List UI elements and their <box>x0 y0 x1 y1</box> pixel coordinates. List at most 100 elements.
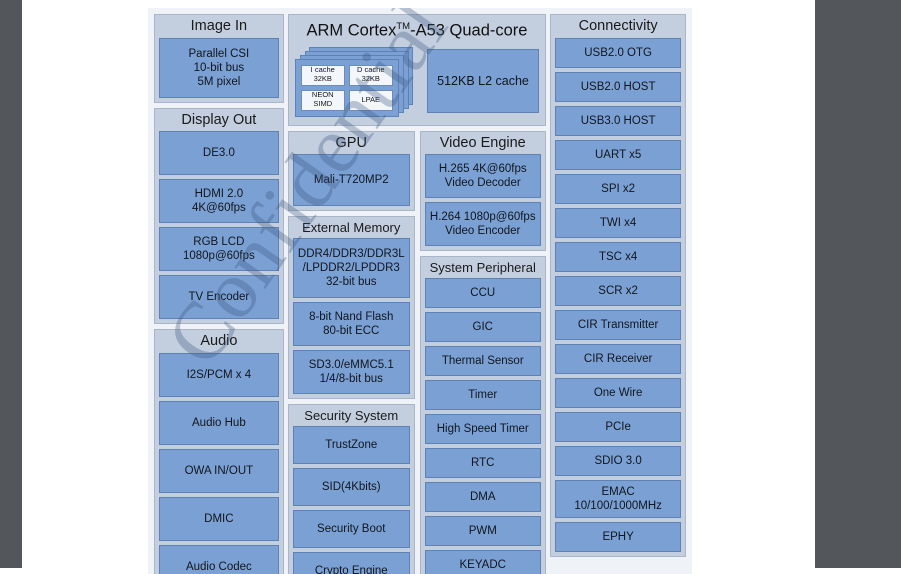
block-line: Audio Hub <box>192 416 246 430</box>
block-line: 5M pixel <box>189 75 250 89</box>
block-line: H.265 4K@60fps <box>439 162 527 176</box>
block-thermal-sensor[interactable]: Thermal Sensor <box>425 346 541 376</box>
block-line: Security Boot <box>317 522 385 536</box>
block-pcie[interactable]: PCIe <box>555 412 681 442</box>
block-tv-encoder[interactable]: TV Encoder <box>159 275 279 319</box>
block-line: TrustZone <box>325 438 377 452</box>
group-image-in: Image In Parallel CSI 10-bit bus 5M pixe… <box>154 14 284 103</box>
block-line: One Wire <box>594 386 643 400</box>
block-line: /LPDDR2/LPDDR3 <box>298 261 405 275</box>
column-mid-right: Video Engine H.265 4K@60fps Video Decode… <box>420 131 546 574</box>
group-video-engine: Video Engine H.265 4K@60fps Video Decode… <box>420 131 546 252</box>
block-scr[interactable]: SCR x2 <box>555 276 681 306</box>
block-list-system-peripheral: CCU GIC Thermal Sensor Timer High Speed … <box>425 278 541 574</box>
block-line: SDIO 3.0 <box>594 454 641 468</box>
cpu-core-card-front[interactable]: I cache 32KB D cache 32KB NEON SIMD <box>295 59 399 117</box>
core-cell-neon-simd: NEON SIMD <box>301 90 345 111</box>
block-usb3-host[interactable]: USB3.0 HOST <box>555 106 681 136</box>
block-de3[interactable]: DE3.0 <box>159 131 279 175</box>
block-line: Mali-T720MP2 <box>314 173 389 187</box>
block-i2s-pcm[interactable]: I2S/PCM x 4 <box>159 353 279 397</box>
block-dma[interactable]: DMA <box>425 482 541 512</box>
block-line: KEYADC <box>460 558 506 572</box>
block-security-boot[interactable]: Security Boot <box>293 510 410 548</box>
group-gpu: GPU Mali-T720MP2 <box>288 131 415 212</box>
block-hdmi[interactable]: HDMI 2.0 4K@60fps <box>159 179 279 223</box>
block-gic[interactable]: GIC <box>425 312 541 342</box>
block-line: DMA <box>470 490 496 504</box>
group-title-connectivity: Connectivity <box>555 18 681 38</box>
block-line: SID(4Kbits) <box>322 480 381 494</box>
block-line: Thermal Sensor <box>442 354 524 368</box>
block-pwm[interactable]: PWM <box>425 516 541 546</box>
block-line: TWI x4 <box>600 216 636 230</box>
block-l2-cache[interactable]: 512KB L2 cache <box>427 49 540 113</box>
group-title-security-system: Security System <box>293 408 410 426</box>
block-ccu[interactable]: CCU <box>425 278 541 308</box>
block-cir-transmitter[interactable]: CIR Transmitter <box>555 310 681 340</box>
block-crypto-engine[interactable]: Crypto Engine <box>293 552 410 574</box>
block-line: DDR4/DDR3/DDR3L <box>298 247 405 261</box>
block-line: Video Encoder <box>430 224 536 238</box>
block-list-video-engine: H.265 4K@60fps Video Decoder H.264 1080p… <box>425 154 541 246</box>
block-sid[interactable]: SID(4Kbits) <box>293 468 410 506</box>
group-title-video-engine: Video Engine <box>425 135 541 155</box>
block-owa-in-out[interactable]: OWA IN/OUT <box>159 449 279 493</box>
block-line: SD3.0/eMMC5.1 <box>309 358 394 372</box>
group-audio: Audio I2S/PCM x 4 Audio Hub OWA IN/OUT D… <box>154 329 284 574</box>
diagram-columns: Image In Parallel CSI 10-bit bus 5M pixe… <box>154 14 686 574</box>
block-rtc[interactable]: RTC <box>425 448 541 478</box>
right-edge-strip <box>815 0 901 568</box>
block-mali-gpu[interactable]: Mali-T720MP2 <box>293 154 410 206</box>
block-ephy[interactable]: EPHY <box>555 522 681 552</box>
block-spi[interactable]: SPI x2 <box>555 174 681 204</box>
group-title-gpu: GPU <box>293 135 410 155</box>
group-title-external-memory: External Memory <box>293 220 410 238</box>
block-audio-hub[interactable]: Audio Hub <box>159 401 279 445</box>
block-line: OWA IN/OUT <box>185 464 254 478</box>
block-line: USB2.0 HOST <box>581 80 656 94</box>
block-cir-receiver[interactable]: CIR Receiver <box>555 344 681 374</box>
cpu-title-pre: ARM Cortex <box>307 22 397 40</box>
block-rgb-lcd[interactable]: RGB LCD 1080p@60fps <box>159 227 279 271</box>
block-line: Crypto Engine <box>315 564 388 574</box>
block-audio-codec[interactable]: Audio Codec <box>159 545 279 574</box>
block-nand-flash[interactable]: 8-bit Nand Flash 80-bit ECC <box>293 302 410 346</box>
block-tsc[interactable]: TSC x4 <box>555 242 681 272</box>
block-sd-emmc[interactable]: SD3.0/eMMC5.1 1/4/8-bit bus <box>293 350 410 394</box>
block-line: PWM <box>469 524 497 538</box>
core-cell-lpae: LPAE <box>349 90 393 111</box>
block-trustzone[interactable]: TrustZone <box>293 426 410 464</box>
core-cell-line: LPAE <box>361 96 380 105</box>
block-h265-decoder[interactable]: H.265 4K@60fps Video Decoder <box>425 154 541 198</box>
core-cell-d-cache: D cache 32KB <box>349 65 393 86</box>
block-list-display-out: DE3.0 HDMI 2.0 4K@60fps RGB LCD 1080p@60… <box>159 131 279 319</box>
block-line: TSC x4 <box>599 250 637 264</box>
block-line: 1080p@60fps <box>183 249 255 263</box>
left-edge-strip <box>0 0 22 568</box>
cpu-title-post: -A53 Quad-core <box>410 22 527 40</box>
block-usb2-host[interactable]: USB2.0 HOST <box>555 72 681 102</box>
group-title-audio: Audio <box>159 333 279 353</box>
block-uart[interactable]: UART x5 <box>555 140 681 170</box>
block-high-speed-timer[interactable]: High Speed Timer <box>425 414 541 444</box>
block-parallel-csi[interactable]: Parallel CSI 10-bit bus 5M pixel <box>159 38 279 98</box>
block-usb2-otg[interactable]: USB2.0 OTG <box>555 38 681 68</box>
block-line: SPI x2 <box>601 182 635 196</box>
block-line: Timer <box>468 388 497 402</box>
group-cpu: ARM CortexTM-A53 Quad-core I cache 32KB <box>288 14 547 126</box>
block-one-wire[interactable]: One Wire <box>555 378 681 408</box>
block-emac[interactable]: EMAC 10/100/1000MHz <box>555 480 681 518</box>
block-line: USB2.0 OTG <box>584 46 652 60</box>
block-keyadc[interactable]: KEYADC <box>425 550 541 574</box>
block-timer[interactable]: Timer <box>425 380 541 410</box>
block-line: USB3.0 HOST <box>581 114 656 128</box>
block-ddr[interactable]: DDR4/DDR3/DDR3L /LPDDR2/LPDDR3 32-bit bu… <box>293 238 410 298</box>
block-sdio[interactable]: SDIO 3.0 <box>555 446 681 476</box>
block-dmic[interactable]: DMIC <box>159 497 279 541</box>
block-line: HDMI 2.0 <box>192 187 246 201</box>
block-h264-encoder[interactable]: H.264 1080p@60fps Video Encoder <box>425 202 541 246</box>
soc-block-diagram: Image In Parallel CSI 10-bit bus 5M pixe… <box>148 8 692 574</box>
block-twi[interactable]: TWI x4 <box>555 208 681 238</box>
block-list-gpu: Mali-T720MP2 <box>293 154 410 206</box>
